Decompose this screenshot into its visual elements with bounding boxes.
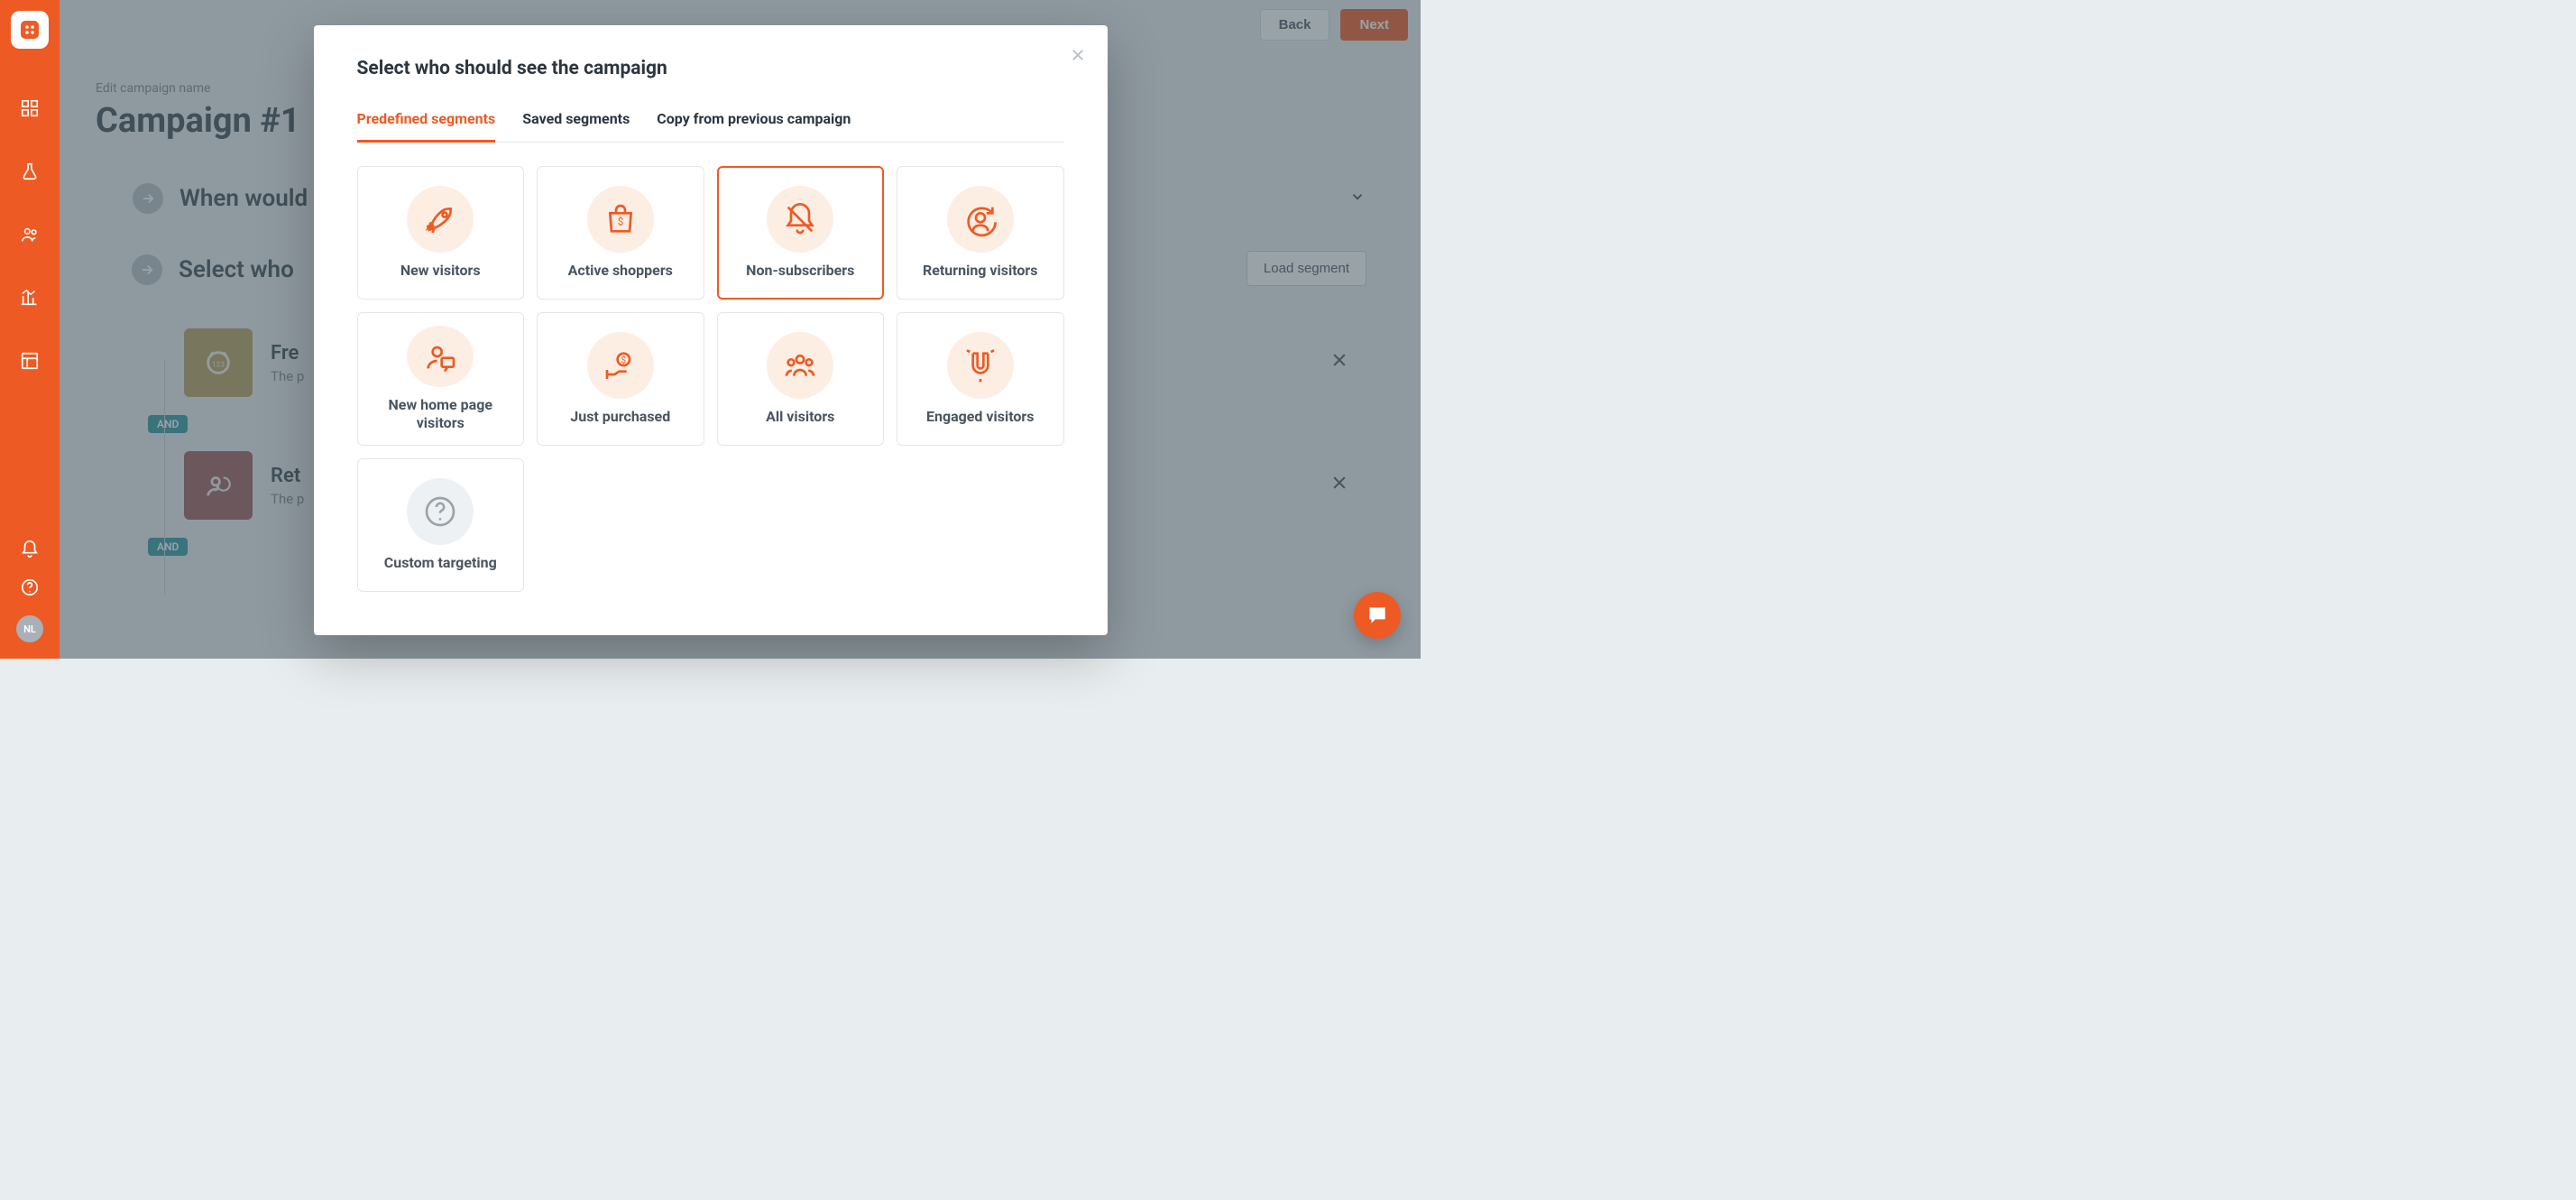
segments-grid: New visitors $ Active shoppers Non-subsc… xyxy=(357,166,1064,592)
segment-label: Active shoppers xyxy=(568,262,673,280)
modal-title: Select who should see the campaign xyxy=(357,58,1064,79)
nav-dashboard-icon[interactable] xyxy=(0,81,60,135)
avatar[interactable]: NL xyxy=(16,615,43,642)
segment-label: Non-subscribers xyxy=(746,262,854,280)
nav-audience-icon[interactable] xyxy=(0,208,60,262)
segment-custom-targeting[interactable]: Custom targeting xyxy=(357,458,525,592)
segment-label: Just purchased xyxy=(570,408,670,426)
segment-engaged-visitors[interactable]: Engaged visitors xyxy=(897,312,1064,446)
rocket-icon xyxy=(407,186,474,253)
segment-label: New home page visitors xyxy=(371,396,511,432)
select-segment-modal: Select who should see the campaign Prede… xyxy=(314,25,1108,635)
segment-label: Returning visitors xyxy=(923,262,1038,280)
segment-label: Engaged visitors xyxy=(926,408,1035,426)
segment-label: New visitors xyxy=(400,262,481,280)
nav-experiments-icon[interactable] xyxy=(0,144,60,198)
magnet-icon xyxy=(947,332,1014,399)
close-icon[interactable] xyxy=(1070,47,1086,67)
svg-text:$: $ xyxy=(617,216,623,228)
nav-help-icon[interactable] xyxy=(0,577,60,597)
tab-saved-segments[interactable]: Saved segments xyxy=(522,110,630,143)
chat-fab[interactable] xyxy=(1354,592,1401,639)
group-icon xyxy=(767,332,833,399)
segment-non-subscribers[interactable]: Non-subscribers xyxy=(717,166,885,300)
hand-coin-icon: $ xyxy=(587,332,654,399)
segment-all-visitors[interactable]: All visitors xyxy=(717,312,885,446)
segment-label: Custom targeting xyxy=(384,554,497,572)
svg-text:$: $ xyxy=(621,355,626,366)
segment-just-purchased[interactable]: $ Just purchased xyxy=(537,312,704,446)
modal-tabs: Predefined segments Saved segments Copy … xyxy=(357,110,1064,143)
segment-returning-visitors[interactable]: Returning visitors xyxy=(897,166,1064,300)
segment-new-home-visitors[interactable]: New home page visitors xyxy=(357,312,525,446)
nav-analytics-icon[interactable] xyxy=(0,271,60,325)
segment-active-shoppers[interactable]: $ Active shoppers xyxy=(537,166,704,300)
question-icon xyxy=(407,478,474,545)
sidebar-bottom: NL xyxy=(0,540,60,659)
nav-layout-icon[interactable] xyxy=(0,334,60,388)
bell-off-icon xyxy=(767,186,833,253)
segment-new-visitors[interactable]: New visitors xyxy=(357,166,525,300)
logo[interactable] xyxy=(11,11,49,49)
returning-user-icon xyxy=(947,186,1014,253)
tab-predefined-segments[interactable]: Predefined segments xyxy=(357,110,496,143)
nav-notifications-icon[interactable] xyxy=(0,540,60,559)
segment-label: All visitors xyxy=(766,408,834,426)
sidebar: NL xyxy=(0,0,60,659)
shopping-bag-icon: $ xyxy=(587,186,654,253)
user-message-icon xyxy=(407,326,474,387)
tab-copy-previous[interactable]: Copy from previous campaign xyxy=(657,110,851,143)
